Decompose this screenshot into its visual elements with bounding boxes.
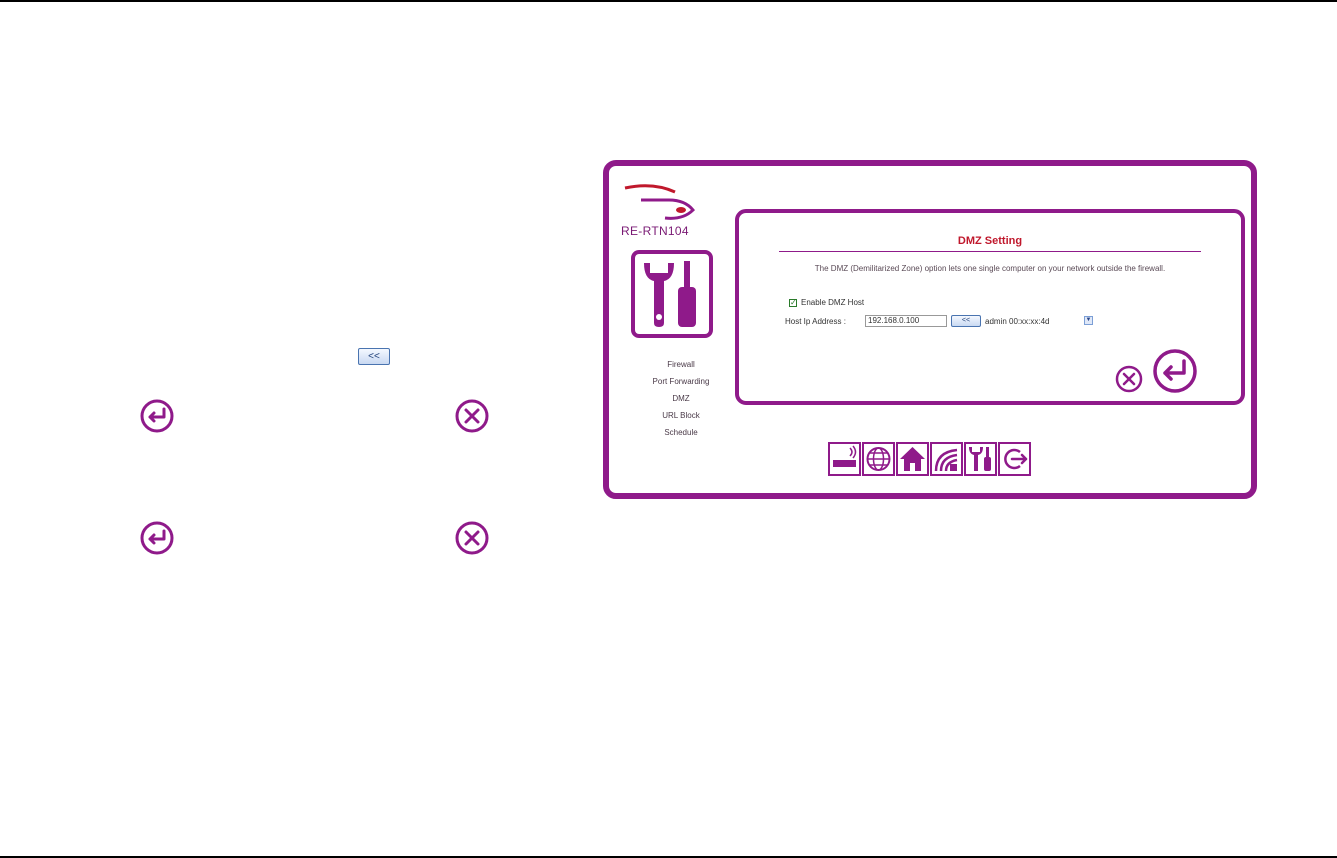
host-ip-label: Host Ip Address : bbox=[785, 317, 846, 326]
apply-return-icon bbox=[140, 521, 174, 555]
client-select-value[interactable]: admin 00:xx:xx:4d bbox=[985, 317, 1049, 326]
logout-icon bbox=[1000, 444, 1029, 474]
home-network-icon bbox=[898, 444, 927, 474]
bottom-nav-bar bbox=[828, 442, 1032, 476]
select-client-button[interactable]: << bbox=[951, 315, 981, 327]
cancel-x-icon[interactable] bbox=[1113, 363, 1145, 395]
nav-wireless-button[interactable] bbox=[930, 442, 963, 476]
chevron-down-icon[interactable]: ▼ bbox=[1084, 316, 1093, 325]
tools-section-tile[interactable] bbox=[631, 250, 713, 338]
apply-return-icon[interactable] bbox=[1150, 346, 1200, 396]
model-label: RE-RTN104 bbox=[621, 224, 689, 238]
nav-logout-button[interactable] bbox=[998, 442, 1031, 476]
internet-icon bbox=[864, 444, 893, 474]
side-menu-item-url-block[interactable]: URL Block bbox=[629, 407, 733, 424]
host-ip-input[interactable]: 192.168.0.100 bbox=[865, 315, 947, 327]
side-menu-item-dmz[interactable]: DMZ bbox=[629, 390, 733, 407]
panel-title: DMZ Setting bbox=[957, 235, 1023, 247]
side-menu-item-firewall[interactable]: Firewall bbox=[629, 356, 733, 373]
side-menu-item-schedule[interactable]: Schedule bbox=[629, 424, 733, 441]
apply-return-icon bbox=[140, 399, 174, 433]
copy-arrow-button[interactable]: << bbox=[358, 348, 390, 365]
cancel-x-icon bbox=[455, 521, 489, 555]
status-icon bbox=[830, 444, 859, 474]
enable-dmz-label: Enable DMZ Host bbox=[801, 298, 865, 307]
tools-icon bbox=[966, 444, 995, 474]
wrench-screwdriver-icon bbox=[644, 261, 696, 327]
dmz-description: The DMZ (Demilitarized Zone) option lets… bbox=[814, 264, 1166, 273]
nav-status-button[interactable] bbox=[828, 442, 861, 476]
enable-dmz-checkbox[interactable]: ✓ bbox=[789, 299, 797, 307]
cancel-x-icon bbox=[455, 399, 489, 433]
side-menu: Firewall Port Forwarding DMZ URL Block S… bbox=[629, 356, 733, 441]
title-divider bbox=[779, 251, 1201, 252]
top-rule bbox=[0, 0, 1337, 2]
wireless-icon bbox=[932, 444, 961, 474]
router-ui-frame: RE-RTN104 Firewall Port Forwarding DMZ U… bbox=[603, 160, 1257, 499]
brand-logo-icon bbox=[624, 184, 696, 220]
nav-home-network-button[interactable] bbox=[896, 442, 929, 476]
dmz-setting-panel: DMZ Setting The DMZ (Demilitarized Zone)… bbox=[735, 209, 1245, 405]
nav-tools-button[interactable] bbox=[964, 442, 997, 476]
nav-internet-button[interactable] bbox=[862, 442, 895, 476]
side-menu-item-port-forwarding[interactable]: Port Forwarding bbox=[629, 373, 733, 390]
